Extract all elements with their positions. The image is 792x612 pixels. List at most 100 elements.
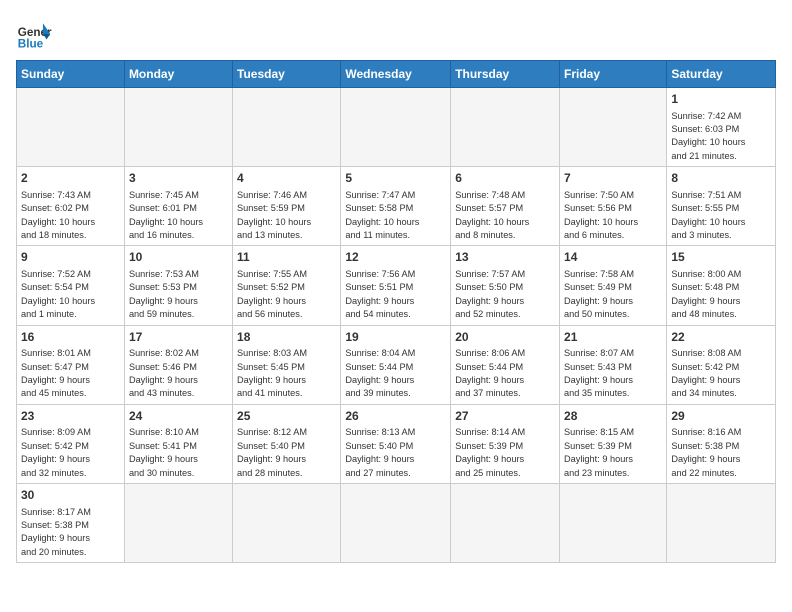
calendar-row-6: 30 Sunrise: 8:17 AM Sunset: 5:38 PM Dayli… (17, 483, 776, 562)
calendar-cell: 25Sunrise: 8:12 AM Sunset: 5:40 PM Dayli… (233, 404, 341, 483)
calendar-cell (451, 483, 560, 562)
calendar-cell: 22Sunrise: 8:08 AM Sunset: 5:42 PM Dayli… (667, 325, 776, 404)
day-number: 3 (129, 170, 228, 187)
weekday-header-saturday: Saturday (667, 61, 776, 88)
calendar-cell (233, 88, 341, 167)
day-info: Sunrise: 8:09 AM Sunset: 5:42 PM Dayligh… (21, 426, 120, 479)
day-number: 12 (345, 249, 446, 266)
calendar-cell: 29Sunrise: 8:16 AM Sunset: 5:38 PM Dayli… (667, 404, 776, 483)
day-info: Sunrise: 8:06 AM Sunset: 5:44 PM Dayligh… (455, 347, 555, 400)
day-number: 9 (21, 249, 120, 266)
calendar-row-1: 1 Sunrise: 7:42 AM Sunset: 6:03 PM Daylig… (17, 88, 776, 167)
weekday-header-friday: Friday (560, 61, 667, 88)
svg-text:Blue: Blue (18, 38, 44, 51)
day-number: 20 (455, 329, 555, 346)
calendar-cell: 21Sunrise: 8:07 AM Sunset: 5:43 PM Dayli… (560, 325, 667, 404)
day-info: Sunrise: 8:01 AM Sunset: 5:47 PM Dayligh… (21, 347, 120, 400)
weekday-header-row: SundayMondayTuesdayWednesdayThursdayFrid… (17, 61, 776, 88)
day-number: 2 (21, 170, 120, 187)
day-info: Sunrise: 7:55 AM Sunset: 5:52 PM Dayligh… (237, 268, 336, 321)
day-info: Sunrise: 7:58 AM Sunset: 5:49 PM Dayligh… (564, 268, 662, 321)
calendar-cell (667, 483, 776, 562)
weekday-header-sunday: Sunday (17, 61, 125, 88)
day-info: Sunrise: 8:12 AM Sunset: 5:40 PM Dayligh… (237, 426, 336, 479)
day-number: 6 (455, 170, 555, 187)
calendar-cell: 7Sunrise: 7:50 AM Sunset: 5:56 PM Daylig… (560, 167, 667, 246)
day-number: 29 (671, 408, 771, 425)
weekday-header-wednesday: Wednesday (341, 61, 451, 88)
calendar-cell: 26Sunrise: 8:13 AM Sunset: 5:40 PM Dayli… (341, 404, 451, 483)
day-number: 18 (237, 329, 336, 346)
calendar-cell: 23Sunrise: 8:09 AM Sunset: 5:42 PM Dayli… (17, 404, 125, 483)
day-number: 26 (345, 408, 446, 425)
day-info: Sunrise: 8:17 AM Sunset: 5:38 PM Dayligh… (21, 506, 120, 559)
calendar-cell: 2Sunrise: 7:43 AM Sunset: 6:02 PM Daylig… (17, 167, 125, 246)
calendar-cell: 17Sunrise: 8:02 AM Sunset: 5:46 PM Dayli… (124, 325, 232, 404)
weekday-header-monday: Monday (124, 61, 232, 88)
calendar-table: SundayMondayTuesdayWednesdayThursdayFrid… (16, 60, 776, 563)
calendar-cell: 12 Sunrise: 7:56 AM Sunset: 5:51 PM Dayli… (341, 246, 451, 325)
calendar-cell: 14Sunrise: 7:58 AM Sunset: 5:49 PM Dayli… (560, 246, 667, 325)
weekday-header-tuesday: Tuesday (233, 61, 341, 88)
day-number: 5 (345, 170, 446, 187)
day-info: Sunrise: 7:56 AM Sunset: 5:51 PM Dayligh… (345, 268, 446, 321)
day-info: Sunrise: 8:13 AM Sunset: 5:40 PM Dayligh… (345, 426, 446, 479)
day-info: Sunrise: 8:07 AM Sunset: 5:43 PM Dayligh… (564, 347, 662, 400)
calendar-cell (560, 483, 667, 562)
day-info: Sunrise: 7:42 AM Sunset: 6:03 PM Dayligh… (671, 110, 771, 163)
calendar-cell: 24Sunrise: 8:10 AM Sunset: 5:41 PM Dayli… (124, 404, 232, 483)
day-number: 17 (129, 329, 228, 346)
day-number: 30 (21, 487, 120, 504)
page-header: General Blue (16, 16, 776, 52)
day-number: 1 (671, 91, 771, 108)
day-info: Sunrise: 8:02 AM Sunset: 5:46 PM Dayligh… (129, 347, 228, 400)
calendar-cell: 27Sunrise: 8:14 AM Sunset: 5:39 PM Dayli… (451, 404, 560, 483)
day-number: 28 (564, 408, 662, 425)
day-info: Sunrise: 8:00 AM Sunset: 5:48 PM Dayligh… (671, 268, 771, 321)
day-info: Sunrise: 7:46 AM Sunset: 5:59 PM Dayligh… (237, 189, 336, 242)
day-info: Sunrise: 7:47 AM Sunset: 5:58 PM Dayligh… (345, 189, 446, 242)
calendar-row-5: 23Sunrise: 8:09 AM Sunset: 5:42 PM Dayli… (17, 404, 776, 483)
calendar-cell (451, 88, 560, 167)
day-info: Sunrise: 8:14 AM Sunset: 5:39 PM Dayligh… (455, 426, 555, 479)
day-info: Sunrise: 8:04 AM Sunset: 5:44 PM Dayligh… (345, 347, 446, 400)
calendar-cell: 1 Sunrise: 7:42 AM Sunset: 6:03 PM Daylig… (667, 88, 776, 167)
day-info: Sunrise: 8:08 AM Sunset: 5:42 PM Dayligh… (671, 347, 771, 400)
logo-icon: General Blue (16, 16, 52, 52)
calendar-cell: 19Sunrise: 8:04 AM Sunset: 5:44 PM Dayli… (341, 325, 451, 404)
day-number: 8 (671, 170, 771, 187)
calendar-cell: 10Sunrise: 7:53 AM Sunset: 5:53 PM Dayli… (124, 246, 232, 325)
calendar-cell: 18Sunrise: 8:03 AM Sunset: 5:45 PM Dayli… (233, 325, 341, 404)
calendar-cell (17, 88, 125, 167)
day-info: Sunrise: 7:45 AM Sunset: 6:01 PM Dayligh… (129, 189, 228, 242)
day-number: 7 (564, 170, 662, 187)
day-info: Sunrise: 7:48 AM Sunset: 5:57 PM Dayligh… (455, 189, 555, 242)
calendar-cell (124, 88, 232, 167)
day-number: 22 (671, 329, 771, 346)
day-info: Sunrise: 8:15 AM Sunset: 5:39 PM Dayligh… (564, 426, 662, 479)
calendar-cell: 9 Sunrise: 7:52 AM Sunset: 5:54 PM Daylig… (17, 246, 125, 325)
calendar-row-2: 2Sunrise: 7:43 AM Sunset: 6:02 PM Daylig… (17, 167, 776, 246)
calendar-cell (341, 88, 451, 167)
day-info: Sunrise: 8:10 AM Sunset: 5:41 PM Dayligh… (129, 426, 228, 479)
calendar-cell: 3 Sunrise: 7:45 AM Sunset: 6:01 PM Daylig… (124, 167, 232, 246)
day-number: 21 (564, 329, 662, 346)
calendar-cell (341, 483, 451, 562)
calendar-cell: 28Sunrise: 8:15 AM Sunset: 5:39 PM Dayli… (560, 404, 667, 483)
day-info: Sunrise: 8:16 AM Sunset: 5:38 PM Dayligh… (671, 426, 771, 479)
day-number: 19 (345, 329, 446, 346)
day-info: Sunrise: 7:57 AM Sunset: 5:50 PM Dayligh… (455, 268, 555, 321)
calendar-cell: 16Sunrise: 8:01 AM Sunset: 5:47 PM Dayli… (17, 325, 125, 404)
day-number: 4 (237, 170, 336, 187)
calendar-cell: 11Sunrise: 7:55 AM Sunset: 5:52 PM Dayli… (233, 246, 341, 325)
logo: General Blue (16, 16, 52, 52)
day-info: Sunrise: 7:51 AM Sunset: 5:55 PM Dayligh… (671, 189, 771, 242)
calendar-row-4: 16Sunrise: 8:01 AM Sunset: 5:47 PM Dayli… (17, 325, 776, 404)
day-number: 15 (671, 249, 771, 266)
day-number: 23 (21, 408, 120, 425)
day-info: Sunrise: 7:52 AM Sunset: 5:54 PM Dayligh… (21, 268, 120, 321)
weekday-header-thursday: Thursday (451, 61, 560, 88)
calendar-cell: 20Sunrise: 8:06 AM Sunset: 5:44 PM Dayli… (451, 325, 560, 404)
day-info: Sunrise: 7:53 AM Sunset: 5:53 PM Dayligh… (129, 268, 228, 321)
calendar-cell: 5 Sunrise: 7:47 AM Sunset: 5:58 PM Daylig… (341, 167, 451, 246)
